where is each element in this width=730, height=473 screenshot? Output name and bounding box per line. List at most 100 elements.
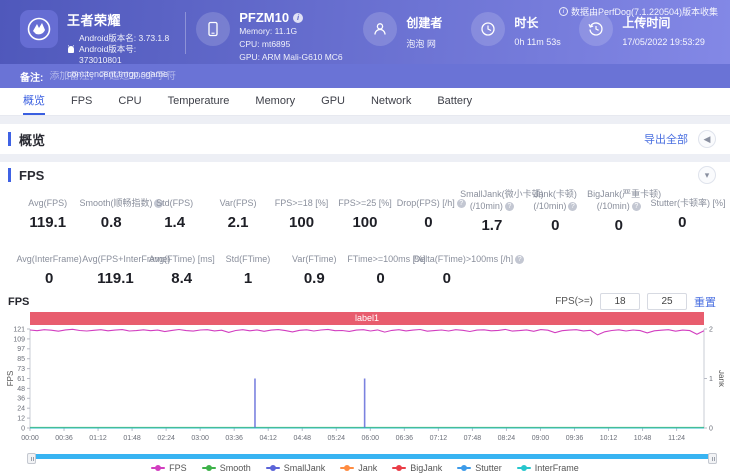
svg-text:05:24: 05:24 [328,435,346,442]
metric-value: 0 [16,270,82,287]
metric-Std(FTime): Std(FTime)1 [215,244,281,287]
metric-Stutter(卡顿率) [%]: Stutter(卡顿率) [%]0 [651,188,714,234]
slider-handle-right[interactable] [708,453,717,464]
device-gpu: GPU: ARM Mali-G610 MC6 [239,51,342,64]
creator-value: 泡泡 网 [406,37,442,50]
device-model: PFZM10 [239,10,289,25]
svg-text:06:00: 06:00 [362,435,380,442]
tab-GPU[interactable]: GPU [308,88,358,115]
metric-value: 0 [524,217,587,234]
tab-Network[interactable]: Network [358,88,424,115]
svg-text:Jank: Jank [717,370,724,388]
fps-threshold-input-1[interactable] [600,293,640,310]
metric-Drop(FPS) [/h]: Drop(FPS) [/h]?0 [397,188,460,234]
upload-time-value: 17/05/2022 19:53:29 [622,37,705,47]
tab-Battery[interactable]: Battery [424,88,485,115]
fps-section-card: FPS ▾ Avg(FPS)119.1Smooth(顺畅指数)?0.8Std(F… [0,162,730,473]
metric-value: 0 [587,217,650,234]
metric-value: 1.7 [460,217,523,234]
svg-text:121: 121 [13,327,25,334]
package-name: com.tencent.tmgp.sgame [67,69,175,79]
reset-link[interactable]: 重置 [694,294,716,310]
metric-value: 0.8 [79,214,142,231]
device-info-icon[interactable]: i [293,13,303,23]
svg-text:04:12: 04:12 [259,435,277,442]
app-header: 王者荣耀 Android版本名: 3.73.1.8 Android版本号: 37… [0,0,730,64]
metric-value: 0 [347,270,413,287]
creator-block: 创建者 泡泡 网 [363,10,461,50]
tab-FPS[interactable]: FPS [58,88,105,115]
header-divider [185,12,186,54]
device-cpu: CPU: mt6895 [239,38,342,51]
export-all-link[interactable]: 导出全部 [644,131,688,147]
section-accent-bar [8,132,11,146]
chart-title-label: FPS [8,296,29,308]
metric-value: 0 [414,270,480,287]
android-version-code: Android版本号: 373010801 [79,44,175,66]
svg-text:109: 109 [13,337,25,344]
svg-text:00:36: 00:36 [55,435,73,442]
creator-label: 创建者 [406,14,442,31]
info-circle-icon: i [559,7,568,16]
fps-section-title: FPS [19,168,44,183]
legend-item-FPS[interactable]: FPS [151,463,187,473]
svg-text:2: 2 [709,327,713,334]
fps-metrics-row1: Avg(FPS)119.1Smooth(顺畅指数)?0.8Std(FPS)1.4… [0,188,730,234]
metric-info-icon[interactable]: ? [632,202,641,211]
clock-icon [471,12,505,46]
collapse-down-button[interactable]: ▾ [698,166,716,184]
chart-label1-banner: label1 [30,312,704,325]
game-app-icon [20,10,58,48]
metric-value: 2.1 [206,214,269,231]
metric-Var(FTime): Var(FTime)0.9 [281,244,347,287]
svg-text:02:24: 02:24 [157,435,175,442]
svg-text:06:36: 06:36 [396,435,414,442]
svg-text:24: 24 [17,406,25,413]
svg-text:36: 36 [17,396,25,403]
tab-CPU[interactable]: CPU [105,88,154,115]
metric-value: 119.1 [82,270,148,287]
slider-handle-left[interactable] [27,453,36,464]
svg-text:12: 12 [17,416,25,423]
legend-item-SmallJank[interactable]: SmallJank [266,463,326,473]
svg-text:0: 0 [21,426,25,433]
metric-Avg(FPS): Avg(FPS)119.1 [16,188,79,234]
app-info-block: 王者荣耀 Android版本名: 3.73.1.8 Android版本号: 37… [20,10,175,79]
svg-text:08:24: 08:24 [498,435,516,442]
fps-chart-svg[interactable]: 0122436486173859710912101200:0000:3601:1… [6,325,724,449]
metric-value: 1.4 [143,214,206,231]
tab-概览[interactable]: 概览 [10,88,58,115]
tab-Memory[interactable]: Memory [242,88,308,115]
fps-threshold-input-2[interactable] [647,293,687,310]
metric-Std(FPS): Std(FPS)1.4 [143,188,206,234]
svg-text:FPS: FPS [6,371,15,387]
metric-value: 100 [270,214,333,231]
svg-text:97: 97 [17,346,25,353]
collapse-left-button[interactable]: ◀ [698,130,716,148]
overview-section-bar: 概览 导出全部 ◀ [0,124,730,154]
overview-title: 概览 [19,130,45,149]
legend-item-Smooth[interactable]: Smooth [202,463,251,473]
legend-item-InterFrame[interactable]: InterFrame [517,463,579,473]
svg-text:0: 0 [709,426,713,433]
chart-range-slider[interactable] [28,454,716,459]
svg-text:07:48: 07:48 [464,435,482,442]
android-version-name: Android版本名: 3.73.1.8 [79,33,175,44]
metric-FTime>=100ms [%]: FTime>=100ms [%]0 [347,244,413,287]
device-memory: Memory: 11.1G [239,25,342,38]
metric-info-icon[interactable]: ? [505,202,514,211]
legend-item-Stutter[interactable]: Stutter [457,463,502,473]
metric-Avg(InterFrame): Avg(InterFrame)0 [16,244,82,287]
metric-info-icon[interactable]: ? [515,255,524,264]
metric-info-icon[interactable]: ? [568,202,577,211]
svg-text:11:24: 11:24 [668,435,685,442]
tab-Temperature[interactable]: Temperature [155,88,243,115]
legend-item-Jank[interactable]: Jank [340,463,377,473]
metric-value: 100 [333,214,396,231]
legend-item-BigJank[interactable]: BigJank [392,463,442,473]
svg-text:09:36: 09:36 [566,435,584,442]
chart-legend: FPS Smooth SmallJank Jank BigJank Stutter Inte… [0,463,730,473]
metric-BigJank(严重卡顿): BigJank(严重卡顿)(/10min)?0 [587,188,650,234]
fps-threshold-label: FPS(>=) [555,296,593,307]
svg-text:48: 48 [17,386,25,393]
